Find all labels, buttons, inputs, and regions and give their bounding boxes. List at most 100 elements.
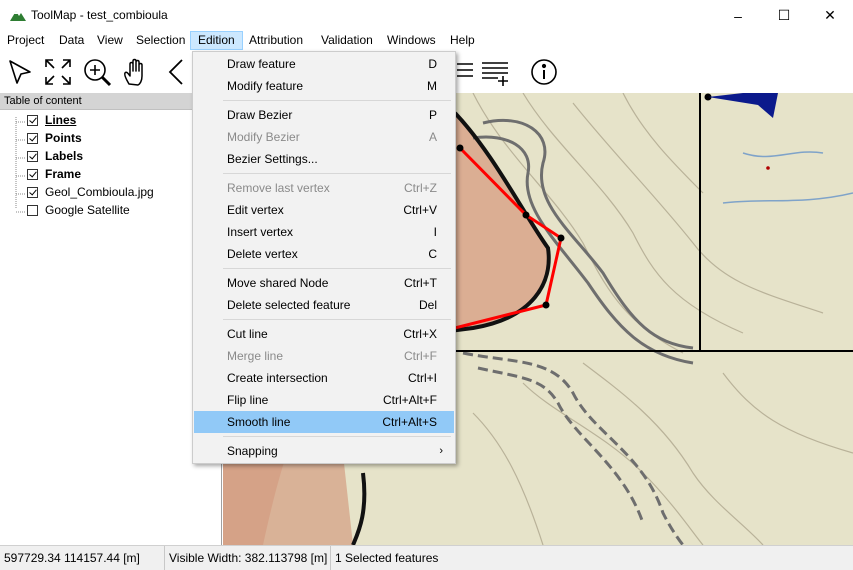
toc-layer-row[interactable]: Points xyxy=(27,129,82,147)
menu-item-label: Modify Bezier xyxy=(227,130,300,144)
layer-label: Points xyxy=(45,131,82,145)
menu-item-shortcut: Ctrl+Z xyxy=(404,181,437,195)
toc-layer-row[interactable]: Lines xyxy=(27,111,76,129)
minimize-button[interactable]: – xyxy=(715,0,761,31)
menu-item-label: Snapping xyxy=(227,444,278,458)
menu-item-draw-bezier[interactable]: Draw Bezier P xyxy=(194,104,454,126)
tree-connectors xyxy=(15,117,26,213)
pan-button[interactable] xyxy=(120,55,152,89)
menu-item-flip-line[interactable]: Flip line Ctrl+Alt+F xyxy=(194,389,454,411)
menu-item-shortcut: Ctrl+V xyxy=(403,203,437,217)
layer-label: Frame xyxy=(45,167,82,181)
menu-item-shortcut: Del xyxy=(418,298,437,312)
menu-selection[interactable]: Selection xyxy=(129,31,192,50)
add-list-button[interactable] xyxy=(480,55,512,89)
menu-attribution[interactable]: Attribution xyxy=(242,31,310,50)
menu-item-label: Draw Bezier xyxy=(227,108,293,122)
menu-item-merge-line[interactable]: Merge line Ctrl+F xyxy=(194,345,454,367)
menu-item-shortcut: D xyxy=(428,57,437,71)
menu-item-edit-vertex[interactable]: Edit vertex Ctrl+V xyxy=(194,199,454,221)
info-button[interactable] xyxy=(528,55,560,89)
toc-layer-row[interactable]: Geol_Combioula.jpg xyxy=(27,183,154,201)
menu-item-label: Smooth line xyxy=(227,415,291,429)
layer-visibility-checkbox[interactable] xyxy=(27,132,38,144)
maximize-button[interactable]: ☐ xyxy=(761,0,807,31)
toc-layer-row[interactable]: Labels xyxy=(27,147,83,165)
layer-label: Google Satellite xyxy=(45,203,130,217)
menu-item-label: Delete selected feature xyxy=(227,298,351,312)
menu-item-label: Cut line xyxy=(227,327,268,341)
menu-data[interactable]: Data xyxy=(52,31,91,50)
layer-visibility-checkbox[interactable] xyxy=(27,150,38,162)
menu-item-label: Bezier Settings... xyxy=(227,152,318,166)
menu-item-shortcut: I xyxy=(433,225,437,239)
list-icon xyxy=(457,63,473,77)
menu-item-insert-vertex[interactable]: Insert vertex I xyxy=(194,221,454,243)
layer-visibility-checkbox[interactable] xyxy=(27,114,38,126)
menu-windows[interactable]: Windows xyxy=(380,31,443,50)
window-title: ToolMap - test_combioula xyxy=(31,8,168,22)
layer-visibility-checkbox[interactable] xyxy=(27,168,38,180)
menu-validation[interactable]: Validation xyxy=(314,31,380,50)
layer-visibility-checkbox[interactable] xyxy=(27,186,38,198)
status-visible-width: Visible Width: 382.113798 [m] xyxy=(165,546,331,570)
list-add-icon xyxy=(482,62,508,86)
info-icon xyxy=(531,59,557,85)
menu-item-move-shared-node[interactable]: Move shared Node Ctrl+T xyxy=(194,272,454,294)
chevron-left-icon xyxy=(168,59,183,85)
menu-item-create-intersection[interactable]: Create intersection Ctrl+I xyxy=(194,367,454,389)
status-coordinates: 597729.34 114157.44 [m] xyxy=(0,546,165,570)
toc-header: Table of content xyxy=(0,93,221,110)
layer-visibility-checkbox[interactable] xyxy=(27,204,38,216)
menu-item-snapping[interactable]: Snapping › xyxy=(194,440,454,462)
menu-item-shortcut: M xyxy=(427,79,437,93)
menu-item-label: Flip line xyxy=(227,393,269,407)
menu-separator xyxy=(223,268,451,269)
menu-item-label: Create intersection xyxy=(227,371,328,385)
menu-item-label: Merge line xyxy=(227,349,284,363)
menu-item-draw-feature[interactable]: Draw feature D xyxy=(194,53,454,75)
layer-label: Geol_Combioula.jpg xyxy=(45,185,154,199)
menu-item-shortcut: Ctrl+I xyxy=(407,371,437,385)
edition-menu-dropdown: Draw feature D Modify feature M Draw Bezier P… xyxy=(192,51,456,464)
menu-item-cut-line[interactable]: Cut line Ctrl+X xyxy=(194,323,454,345)
arrow-pointer-icon xyxy=(9,60,31,84)
menu-view[interactable]: View xyxy=(90,31,130,50)
menu-item-smooth-line[interactable]: Smooth line Ctrl+Alt+S xyxy=(194,411,454,433)
menu-separator xyxy=(223,319,451,320)
menu-help[interactable]: Help xyxy=(443,31,482,50)
menu-item-bezier-settings[interactable]: Bezier Settings... xyxy=(194,148,454,170)
back-button[interactable] xyxy=(160,55,192,89)
zoom-full-button[interactable] xyxy=(42,55,74,89)
menu-edition[interactable]: Edition xyxy=(190,31,243,50)
menu-item-delete-selected-feature[interactable]: Delete selected feature Del xyxy=(194,294,454,316)
menu-item-modify-bezier[interactable]: Modify Bezier A xyxy=(194,126,454,148)
chevron-right-icon: › xyxy=(439,445,443,457)
menu-separator xyxy=(223,173,451,174)
menu-item-remove-last-vertex[interactable]: Remove last vertex Ctrl+Z xyxy=(194,177,454,199)
menu-item-shortcut: P xyxy=(428,108,437,122)
menu-separator xyxy=(223,436,451,437)
menu-bar: Project Data View Selection Edition Attr… xyxy=(0,31,853,51)
toc-layer-row[interactable]: Google Satellite xyxy=(27,201,130,219)
title-bar: ToolMap - test_combioula – ☐ ✕ xyxy=(0,0,853,31)
menu-item-modify-feature[interactable]: Modify feature M xyxy=(194,75,454,97)
hand-icon xyxy=(124,58,143,86)
zoom-in-icon xyxy=(84,59,112,87)
point-feature xyxy=(766,166,770,170)
menu-item-label: Insert vertex xyxy=(227,225,294,239)
menu-project[interactable]: Project xyxy=(0,31,51,50)
menu-item-delete-vertex[interactable]: Delete vertex C xyxy=(194,243,454,265)
menu-item-shortcut: C xyxy=(428,247,437,261)
layer-label: Lines xyxy=(45,113,77,127)
menu-item-shortcut: Ctrl+Alt+F xyxy=(382,393,437,407)
select-tool-button[interactable] xyxy=(4,55,36,89)
menu-separator xyxy=(223,100,451,101)
menu-item-label: Remove last vertex xyxy=(227,181,330,195)
zoom-in-button[interactable] xyxy=(81,55,113,89)
zoom-extent-icon xyxy=(45,59,71,85)
layer-label: Labels xyxy=(45,149,84,163)
toc-layer-row[interactable]: Frame xyxy=(27,165,81,183)
close-button[interactable]: ✕ xyxy=(807,0,853,31)
menu-item-label: Draw feature xyxy=(227,57,296,71)
